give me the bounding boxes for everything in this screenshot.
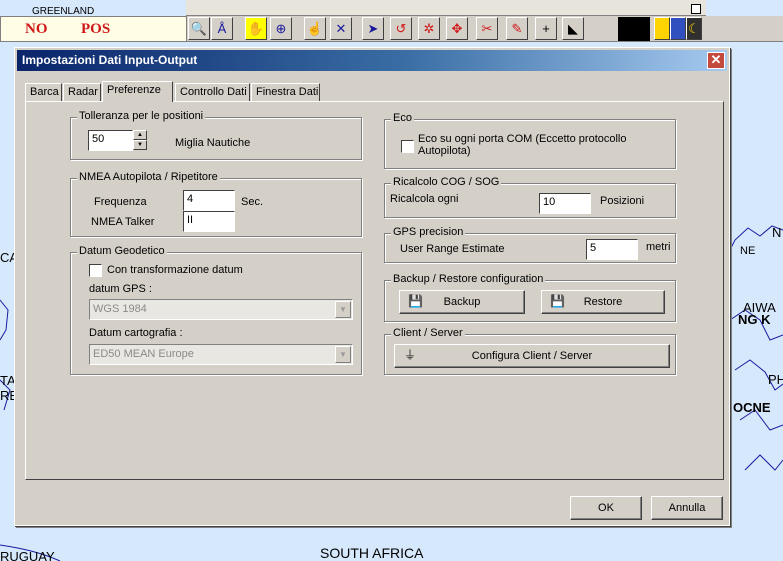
plus-icon[interactable]: + [535, 17, 557, 40]
spin-down-icon[interactable]: ▼ [133, 140, 147, 150]
backup-button[interactable]: 💾 Backup [399, 290, 525, 314]
route-icon[interactable]: ↺ [390, 17, 412, 40]
configure-client-server-button[interactable]: ⏚ Configura Client / Server [394, 344, 670, 368]
configure-client-server-label: Configura Client / Server [471, 350, 593, 362]
restore-button[interactable]: 💾 Restore [541, 290, 665, 314]
frequenza-unit: Sec. [241, 196, 264, 208]
settings-dialog: Impostazioni Dati Input-Output ✕ Barca R… [14, 47, 730, 526]
group-title-datum: Datum Geodetico [77, 245, 167, 257]
dialog-titlebar[interactable]: Impostazioni Dati Input-Output ✕ [17, 50, 727, 71]
map-label-ne: NE [740, 245, 756, 257]
dusk-mode-icon[interactable] [670, 17, 686, 40]
eco-label-line2: Autopilota) [418, 145, 471, 157]
pencil-icon[interactable]: ✎ [506, 17, 528, 40]
datum-carto-select[interactable]: ED50 MEAN Europe ▼ [89, 344, 353, 365]
tab-barca[interactable]: Barca [25, 83, 62, 101]
restore-window-icon[interactable] [691, 4, 701, 14]
network-icon: ⏚ [403, 348, 416, 362]
chart-window-strip [186, 0, 706, 16]
spin-up-icon[interactable]: ▲ [133, 130, 147, 140]
frequenza-label: Frequenza [94, 196, 147, 208]
map-label-ocne: OCNE [733, 400, 771, 415]
profile-icon[interactable]: ◣ [562, 17, 584, 40]
group-title-nmea: NMEA Autopilota / Ripetitore [77, 171, 220, 183]
ricalcolo-unit: Posizioni [600, 195, 645, 207]
group-title-backup: Backup / Restore configuration [391, 273, 546, 285]
floppy-disk-icon: 💾 [550, 294, 565, 308]
map-label-uruguay: RUGUAY [0, 549, 55, 561]
group-title-client-server: Client / Server [391, 327, 465, 339]
cancel-button[interactable]: Annulla [651, 496, 723, 520]
crosshair-icon[interactable]: ⊕ [270, 17, 292, 40]
day-mode-icon[interactable] [654, 17, 670, 40]
tab-panel-preferenze: Tolleranza per le positioni 50 ▲ ▼ Migli… [25, 101, 724, 480]
datum-carto-label: Datum cartografia : [89, 327, 183, 339]
main-toolbar: NO POS 🔍 Å ✋ ⊕ ☝ ✕ ➤ ↺ ✲ ✥ ✂ ✎ + ◣ ☾ [0, 16, 783, 42]
night-mode-icon[interactable]: ☾ [686, 17, 702, 40]
group-title-eco: Eco [391, 112, 414, 124]
map-label-n: N [772, 225, 782, 240]
datum-transform-checkbox[interactable] [89, 264, 102, 277]
group-gps-precision: GPS precision User Range Estimate 5 metr… [384, 226, 676, 263]
group-tolleranza: Tolleranza per le positioni 50 ▲ ▼ Migli… [70, 110, 362, 160]
gps-precision-input[interactable]: 5 [586, 239, 638, 260]
fix-status: NO [25, 21, 48, 37]
tab-radar[interactable]: Radar [63, 83, 101, 101]
group-client-server: Client / Server ⏚ Configura Client / Ser… [384, 327, 676, 375]
pan-hand-icon[interactable]: ✋ [245, 17, 267, 40]
tab-finestra-dati[interactable]: Finestra Dati [251, 83, 320, 101]
map-label-hong-kong: NG K [738, 312, 771, 327]
nmea-talker-label: NMEA Talker [91, 216, 155, 228]
datum-carto-value: ED50 MEAN Europe [93, 348, 194, 360]
scale-icon[interactable]: ✕ [330, 17, 352, 40]
waypoint-icon[interactable]: ✲ [418, 17, 440, 40]
group-nmea: NMEA Autopilota / Ripetitore Frequenza 4… [70, 171, 362, 237]
tab-preferenze[interactable]: Preferenze [102, 81, 173, 102]
group-datum: Datum Geodetico Con transformazione datu… [70, 245, 362, 375]
group-ricalcolo: Ricalcolo COG / SOG Ricalcola ogni 10 Po… [384, 176, 676, 218]
chevron-down-icon[interactable]: ▼ [335, 346, 351, 363]
group-title-ricalcolo: Ricalcolo COG / SOG [391, 176, 502, 188]
compass-icon[interactable]: Å [211, 17, 233, 40]
close-icon[interactable]: ✕ [707, 52, 725, 69]
group-backup: Backup / Restore configuration 💾 Backup … [384, 273, 676, 322]
chevron-down-icon[interactable]: ▼ [335, 301, 351, 318]
gps-precision-unit: metri [646, 241, 671, 253]
datum-transform-label: Con transformazione datum [107, 264, 243, 276]
tolleranza-input[interactable]: 50 [88, 130, 133, 151]
datum-gps-value: WGS 1984 [93, 303, 147, 315]
group-eco: Eco Eco su ogni porta COM (Eccetto proto… [384, 112, 676, 169]
scissors-icon[interactable]: ✂ [476, 17, 498, 40]
tolleranza-unit: Miglia Nautiche [175, 137, 251, 149]
gps-status-panel: NO POS [0, 16, 187, 42]
restore-label: Restore [583, 296, 623, 308]
nmea-talker-input[interactable]: II [183, 211, 235, 232]
datum-gps-label: datum GPS : [89, 283, 152, 295]
tab-controllo-dati[interactable]: Controllo Dati [175, 83, 250, 101]
map-label-ph: PH [768, 372, 783, 387]
cursor-icon[interactable]: ➤ [362, 17, 384, 40]
group-title-gps-precision: GPS precision [391, 226, 466, 238]
gps-precision-label: User Range Estimate [400, 243, 505, 255]
tolleranza-stepper[interactable]: ▲ ▼ [133, 130, 147, 151]
frequenza-input[interactable]: 4 [183, 190, 235, 211]
group-title-tolleranza: Tolleranza per le positioni [77, 110, 206, 122]
eco-checkbox[interactable] [401, 140, 414, 153]
floppy-disk-icon: 💾 [408, 294, 423, 308]
ok-button[interactable]: OK [570, 496, 642, 520]
ricalcolo-input[interactable]: 10 [539, 193, 591, 214]
color-swatch [618, 17, 650, 41]
ricalcolo-label: Ricalcola ogni [390, 193, 459, 205]
hand-point-icon[interactable]: ☝ [304, 17, 326, 40]
eco-label-line1: Eco su ogni porta COM (Eccetto protocoll… [418, 133, 627, 145]
backup-label: Backup [443, 296, 481, 308]
position-status: POS [81, 21, 111, 37]
map-label-south-africa: SOUTH AFRICA [320, 545, 424, 561]
search-icon[interactable]: 🔍 [188, 17, 210, 40]
dialog-title: Impostazioni Dati Input-Output [22, 53, 198, 67]
datum-gps-select[interactable]: WGS 1984 ▼ [89, 299, 353, 320]
move-icon[interactable]: ✥ [446, 17, 468, 40]
